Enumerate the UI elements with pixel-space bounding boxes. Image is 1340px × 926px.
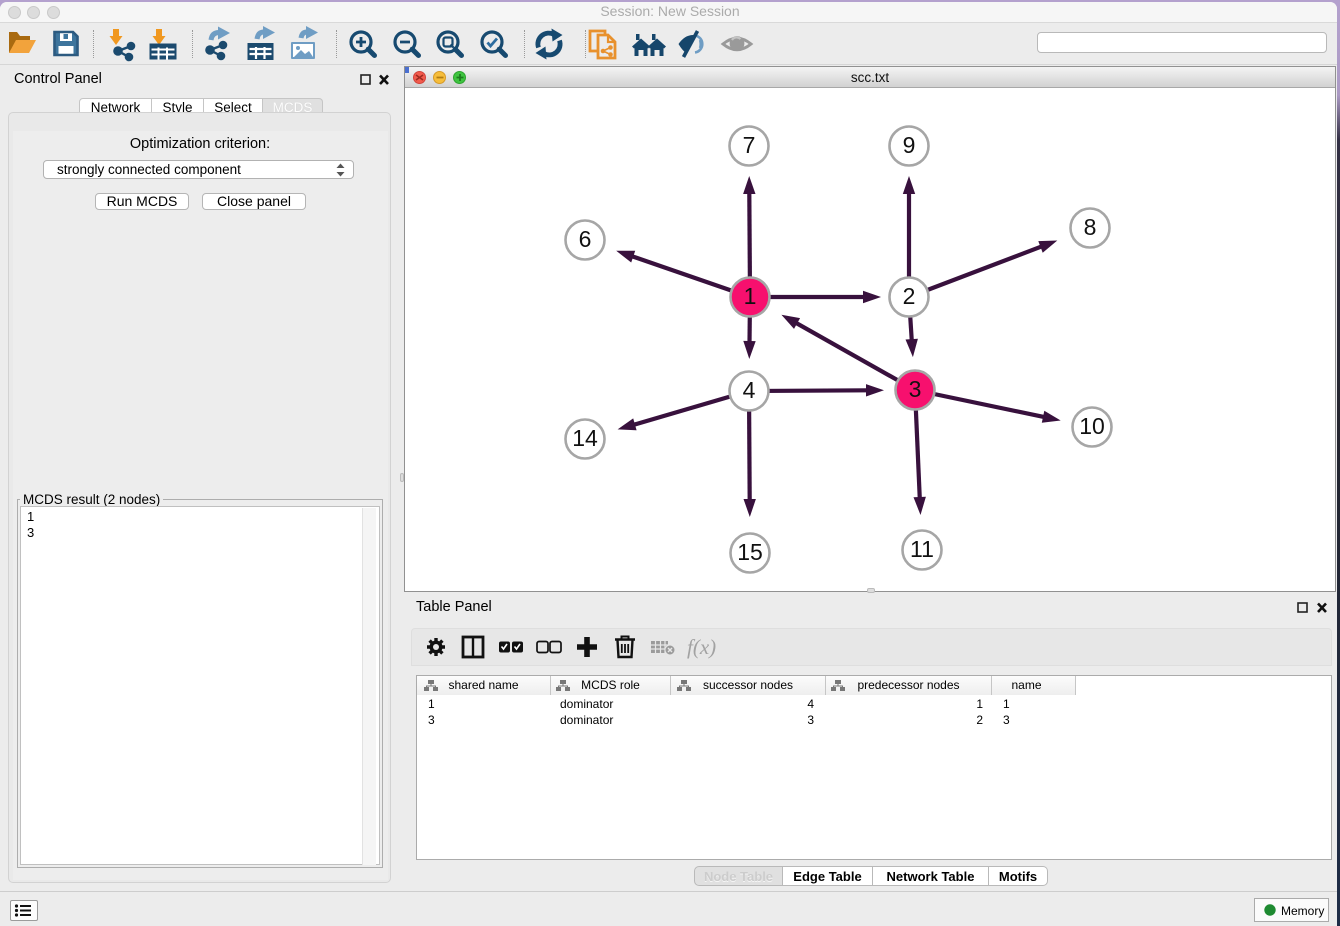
- svg-text:15: 15: [737, 539, 763, 565]
- svg-text:8: 8: [1084, 214, 1097, 240]
- svg-text:10: 10: [1079, 413, 1105, 439]
- svg-text:2: 2: [903, 283, 916, 309]
- svg-text:7: 7: [743, 132, 756, 158]
- svg-text:11: 11: [910, 536, 934, 562]
- svg-text:14: 14: [572, 425, 598, 451]
- svg-text:6: 6: [579, 226, 592, 252]
- svg-text:1: 1: [744, 283, 757, 309]
- svg-text:4: 4: [743, 377, 756, 403]
- svg-text:3: 3: [909, 376, 922, 402]
- svg-text:f(x): f(x): [687, 635, 716, 659]
- svg-text:9: 9: [903, 132, 916, 158]
